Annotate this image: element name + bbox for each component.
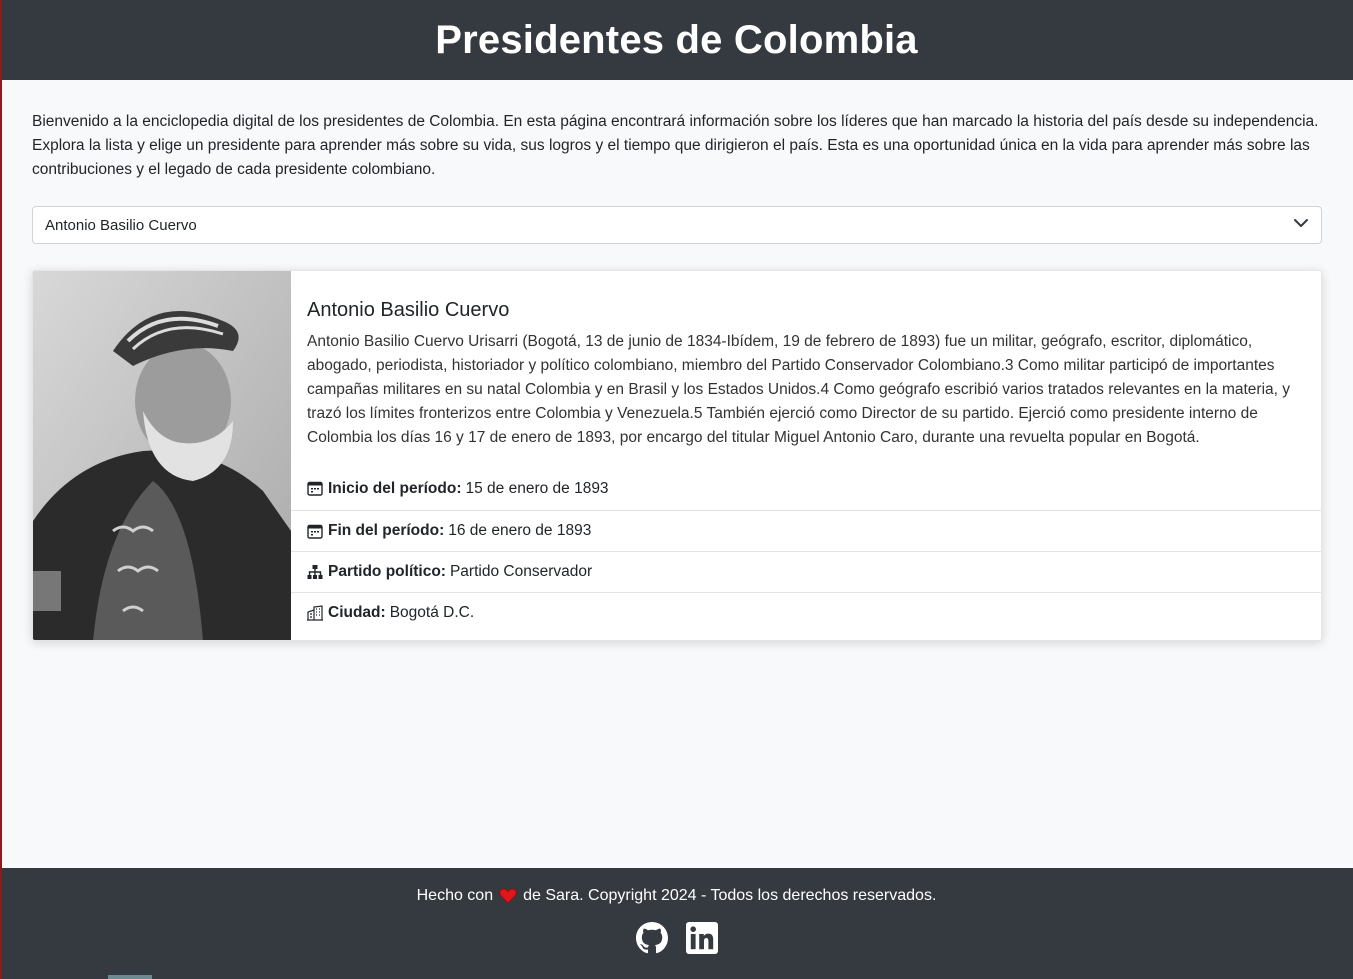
president-portrait (33, 271, 291, 640)
intro-text: Bienvenido a la enciclopedia digital de … (32, 113, 1319, 178)
linkedin-icon[interactable] (685, 922, 718, 954)
select-value: Antonio Basilio Cuervo (45, 216, 197, 234)
page-header: Presidentes de Colombia (0, 0, 1353, 80)
taskbar-fragment (108, 975, 152, 979)
copyright-text: Hecho con de Sara. Copyright 2024 - Todo… (0, 887, 1353, 905)
main-content: Bienvenido a la enciclopedia digital de … (0, 80, 1353, 641)
page-footer: Hecho con de Sara. Copyright 2024 - Todo… (0, 868, 1353, 979)
detail-city: Ciudad: Bogotá D.C. (291, 592, 1321, 633)
window-edge (0, 0, 2, 979)
detail-value: Partido Conservador (449, 563, 593, 580)
made-with-text: Hecho con (416, 887, 494, 904)
calendar-icon (307, 481, 323, 496)
president-card: Antonio Basilio Cuervo Antonio Basilio C… (32, 270, 1322, 641)
detail-start-date: Inicio del período: 15 de enero de 1893 (291, 476, 1321, 510)
calendar-icon (307, 524, 323, 539)
detail-value: 15 de enero de 1893 (465, 480, 609, 497)
detail-end-date: Fin del período: 16 de enero de 1893 (291, 510, 1321, 551)
president-name: Antonio Basilio Cuervo (307, 299, 510, 321)
detail-label: Inicio del período: (328, 480, 462, 497)
github-icon[interactable] (635, 922, 668, 954)
detail-value: Bogotá D.C. (389, 604, 475, 621)
detail-party: Partido político: Partido Conservador (291, 551, 1321, 592)
details-list: Inicio del período: 15 de enero de 1893 … (291, 476, 1321, 633)
detail-value: 16 de enero de 1893 (448, 522, 592, 539)
page-title: Presidentes de Colombia (435, 17, 918, 62)
diagram-icon (307, 565, 323, 579)
social-links (0, 922, 1353, 954)
buildings-icon (307, 605, 323, 621)
card-content: Antonio Basilio Cuervo Antonio Basilio C… (291, 271, 1321, 640)
detail-label: Fin del período: (328, 522, 445, 539)
president-select[interactable]: Antonio Basilio Cuervo (32, 206, 1322, 244)
heart-icon (499, 888, 517, 904)
copyright-rest: de Sara. Copyright 2024 - Todos los dere… (523, 887, 937, 904)
chevron-down-icon (1293, 215, 1309, 235)
detail-label: Partido político: (328, 563, 446, 580)
president-bio: Antonio Basilio Cuervo Urisarri (Bogotá,… (307, 333, 1291, 446)
detail-label: Ciudad: (328, 604, 386, 621)
